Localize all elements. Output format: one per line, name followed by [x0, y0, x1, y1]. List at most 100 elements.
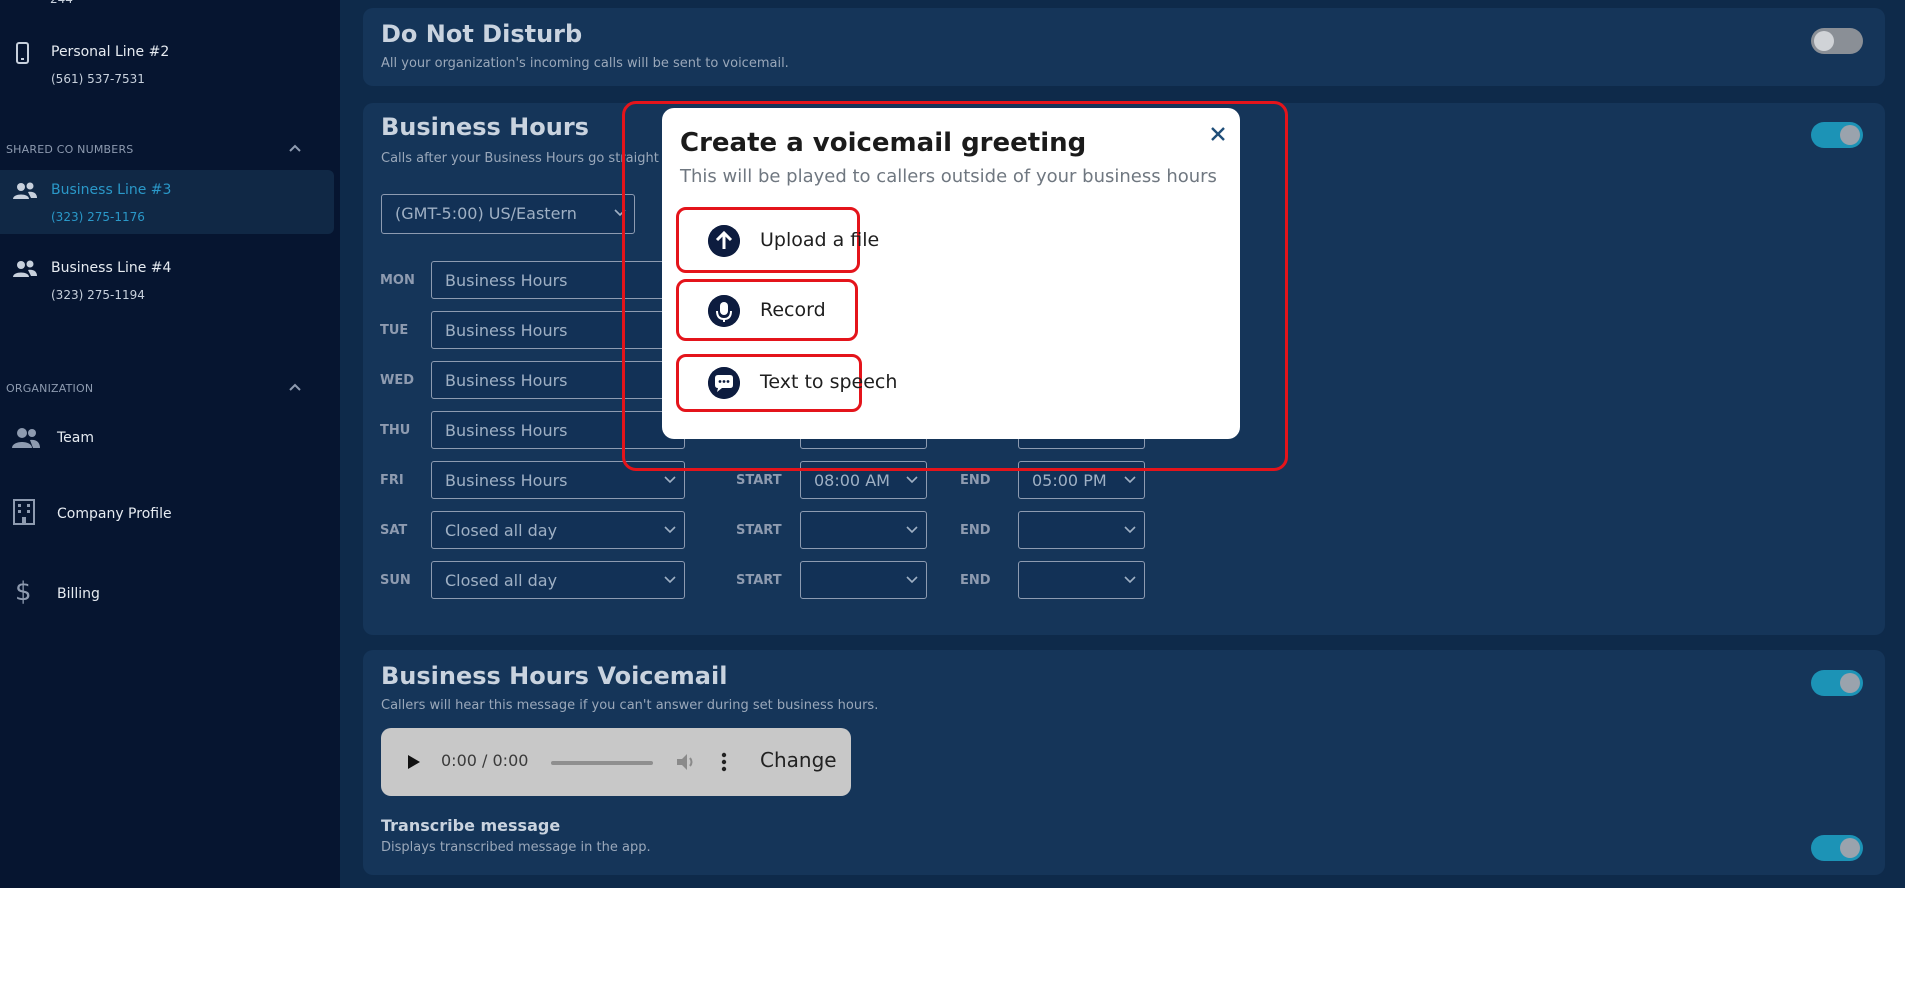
voicemail-subtitle: Callers will hear this message if you ca…: [381, 698, 879, 713]
users-icon: [13, 182, 37, 199]
transcribe-subtitle: Displays transcribed message in the app.: [381, 840, 651, 855]
dnd-subtitle: All your organization's incoming calls w…: [381, 56, 789, 71]
day-mode-value: Business Hours: [445, 271, 568, 290]
team-icon: [12, 428, 40, 448]
play-icon[interactable]: [407, 754, 421, 770]
phone-icon: [16, 42, 29, 64]
sidebar-item-label: Team: [57, 430, 95, 446]
dnd-title: Do Not Disturb: [381, 20, 583, 48]
shared-numbers-section-label: SHARED CO NUMBERS: [6, 143, 134, 156]
chevron-down-icon: [1124, 476, 1136, 484]
sidebar-item-team[interactable]: Team: [0, 414, 334, 464]
day-mode-value: Business Hours: [445, 321, 568, 340]
day-mode-value: Business Hours: [445, 421, 568, 440]
toggle-knob: [1840, 125, 1860, 145]
change-button[interactable]: Change: [760, 748, 837, 772]
day-mode-value: Business Hours: [445, 471, 568, 490]
sidebar-item-number: (561) 537-7531: [51, 72, 145, 86]
sidebar-item-personal-line[interactable]: Personal Line #2 (561) 537-7531: [0, 32, 334, 96]
end-select-sun[interactable]: [1018, 561, 1145, 599]
sidebar: 244 Personal Line #2 (561) 537-7531 SHAR…: [0, 0, 340, 888]
sidebar-partial-number: 244: [50, 0, 73, 6]
toggle-knob: [1840, 673, 1860, 693]
toggle-knob: [1840, 838, 1860, 858]
toggle-knob: [1814, 31, 1834, 51]
organization-section-label: ORGANIZATION: [6, 382, 94, 395]
chevron-down-icon: [906, 576, 918, 584]
start-label: START: [736, 523, 782, 538]
end-label: END: [960, 573, 991, 588]
sidebar-item-billing[interactable]: $ Billing: [0, 572, 334, 622]
speech-bubble-icon: [708, 367, 740, 399]
chevron-down-icon: [1124, 526, 1136, 534]
users-icon: [13, 260, 37, 277]
day-label-tue: TUE: [380, 323, 409, 338]
voicemail-toggle[interactable]: [1811, 670, 1863, 696]
audio-player: 0:00 / 0:00 Change: [381, 728, 851, 796]
option-label: Text to speech: [760, 371, 898, 393]
business-hours-toggle[interactable]: [1811, 122, 1863, 148]
option-label: Record: [760, 299, 826, 321]
sidebar-item-title: Personal Line #2: [51, 44, 170, 60]
chevron-up-icon[interactable]: [288, 382, 302, 392]
chevron-down-icon: [906, 476, 918, 484]
chevron-down-icon: [664, 526, 676, 534]
business-hours-title: Business Hours: [381, 113, 589, 141]
sidebar-item-label: Billing: [57, 586, 100, 602]
dnd-card: Do Not Disturb All your organization's i…: [363, 8, 1885, 86]
day-mode-value: Closed all day: [445, 571, 558, 590]
chevron-down-icon: [664, 576, 676, 584]
start-select-sun[interactable]: [800, 561, 927, 599]
timezone-select[interactable]: (GMT-5:00) US/Eastern: [381, 194, 635, 234]
start-label: START: [736, 473, 782, 488]
record-option[interactable]: Record: [708, 291, 848, 331]
sidebar-item-title: Business Line #3: [51, 182, 172, 198]
sidebar-item-company-profile[interactable]: Company Profile: [0, 494, 334, 544]
sidebar-item-number: (323) 275-1194: [51, 288, 145, 302]
voicemail-title: Business Hours Voicemail: [381, 662, 728, 690]
audio-progress-bar[interactable]: [551, 761, 653, 765]
day-mode-value: Business Hours: [445, 371, 568, 390]
dnd-toggle[interactable]: [1811, 28, 1863, 54]
start-select-sat[interactable]: [800, 511, 927, 549]
volume-icon[interactable]: [676, 752, 698, 772]
upload-file-option[interactable]: Upload a file: [708, 221, 879, 261]
modal-title: Create a voicemail greeting: [680, 128, 1087, 158]
day-mode-select-sun[interactable]: Closed all day: [431, 561, 685, 599]
start-time-value: 08:00 AM: [814, 471, 890, 490]
chevron-down-icon: [906, 526, 918, 534]
dollar-icon: $: [15, 577, 32, 606]
day-mode-value: Closed all day: [445, 521, 558, 540]
day-label-thu: THU: [380, 423, 411, 438]
more-options-icon[interactable]: [721, 752, 727, 772]
timezone-value: (GMT-5:00) US/Eastern: [395, 204, 577, 223]
sidebar-item-business-line-3[interactable]: Business Line #3 (323) 275-1176: [0, 170, 334, 234]
day-label-sun: SUN: [380, 573, 411, 588]
voicemail-card: Business Hours Voicemail Callers will he…: [363, 650, 1885, 875]
close-icon[interactable]: [1206, 122, 1230, 146]
day-mode-select-sat[interactable]: Closed all day: [431, 511, 685, 549]
sidebar-item-business-line-4[interactable]: Business Line #4 (323) 275-1194: [0, 250, 334, 314]
start-label: START: [736, 573, 782, 588]
text-to-speech-option[interactable]: Text to speech: [708, 363, 897, 403]
day-label-fri: FRI: [380, 473, 404, 488]
end-time-value: 05:00 PM: [1032, 471, 1107, 490]
sidebar-item-title: Business Line #4: [51, 260, 172, 276]
day-label-wed: WED: [380, 373, 415, 388]
transcribe-toggle[interactable]: [1811, 835, 1863, 861]
chevron-up-icon[interactable]: [288, 143, 302, 153]
microphone-icon: [708, 295, 740, 327]
day-label-mon: MON: [380, 273, 415, 288]
transcribe-title: Transcribe message: [381, 816, 561, 835]
day-label-sat: SAT: [380, 523, 408, 538]
audio-time: 0:00 / 0:00: [441, 751, 529, 770]
end-select-sat[interactable]: [1018, 511, 1145, 549]
business-hours-subtitle: Calls after your Business Hours go strai…: [381, 151, 659, 166]
end-label: END: [960, 473, 991, 488]
modal-subtitle: This will be played to callers outside o…: [680, 166, 1217, 187]
chevron-down-icon: [1124, 576, 1136, 584]
upload-arrow-icon: [708, 225, 740, 257]
voicemail-greeting-modal: Create a voicemail greeting This will be…: [662, 108, 1240, 439]
sidebar-item-number: (323) 275-1176: [51, 210, 145, 224]
sidebar-item-label: Company Profile: [57, 506, 172, 522]
